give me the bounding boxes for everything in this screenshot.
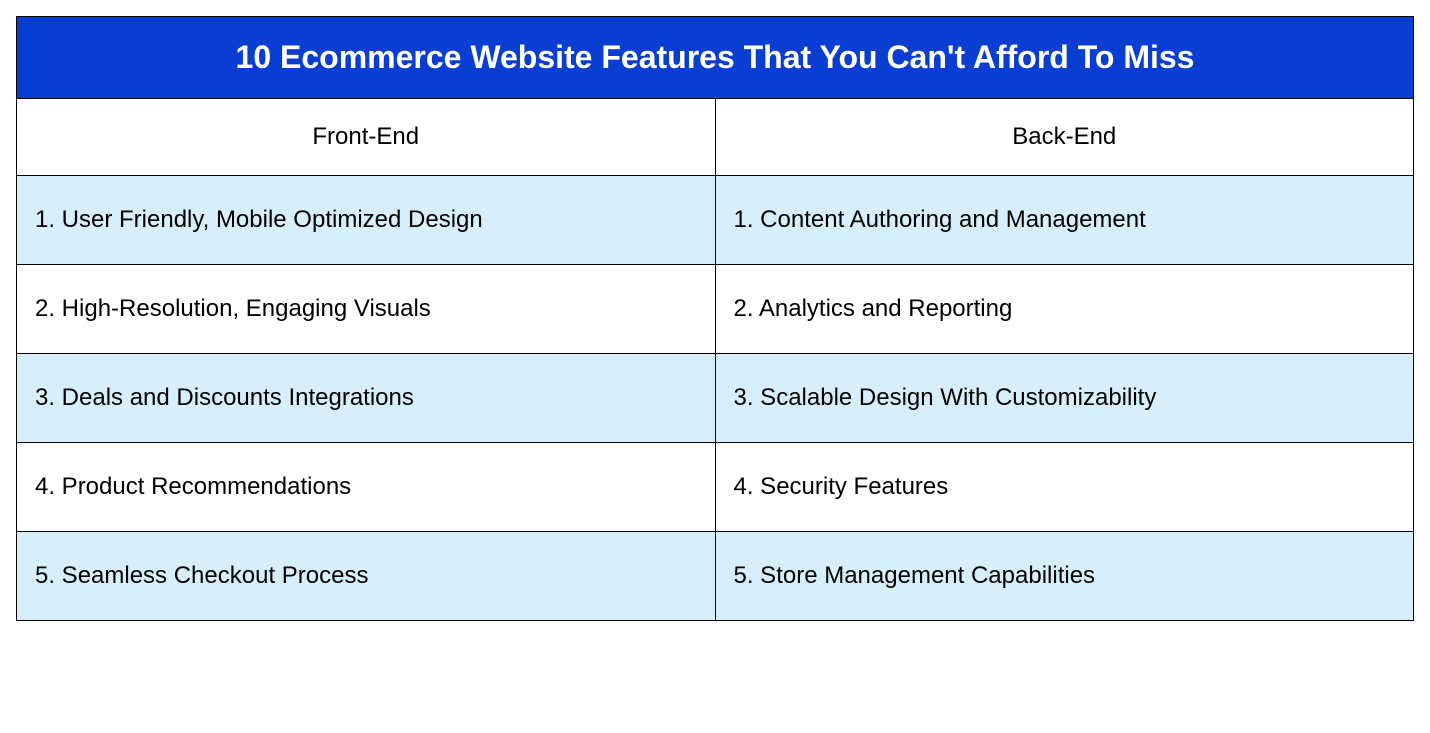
cell-text: 1. User Friendly, Mobile Optimized Desig… <box>35 206 483 233</box>
frontend-cell: 2. High-Resolution, Engaging Visuals <box>17 265 716 353</box>
column-header-backend: Back-End <box>716 99 1414 175</box>
table-header-row: Front-End Back-End <box>17 99 1413 176</box>
cell-text: 4. Security Features <box>734 473 949 500</box>
table-row: 5. Seamless Checkout Process 5. Store Ma… <box>17 532 1413 620</box>
backend-cell: 5. Store Management Capabilities <box>716 532 1414 620</box>
frontend-cell: 4. Product Recommendations <box>17 443 716 531</box>
backend-cell: 1. Content Authoring and Management <box>716 176 1414 264</box>
table-row: 3. Deals and Discounts Integrations 3. S… <box>17 354 1413 443</box>
cell-text: 2. High-Resolution, Engaging Visuals <box>35 295 431 322</box>
table-row: 1. User Friendly, Mobile Optimized Desig… <box>17 176 1413 265</box>
features-table: 10 Ecommerce Website Features That You C… <box>16 16 1414 621</box>
backend-cell: 4. Security Features <box>716 443 1414 531</box>
frontend-cell: 3. Deals and Discounts Integrations <box>17 354 716 442</box>
frontend-cell: 5. Seamless Checkout Process <box>17 532 716 620</box>
column-header-frontend: Front-End <box>17 99 716 175</box>
table-row: 2. High-Resolution, Engaging Visuals 2. … <box>17 265 1413 354</box>
table-title: 10 Ecommerce Website Features That You C… <box>236 39 1195 75</box>
cell-text: 2. Analytics and Reporting <box>734 295 1013 322</box>
backend-cell: 2. Analytics and Reporting <box>716 265 1414 353</box>
backend-cell: 3. Scalable Design With Customizability <box>716 354 1414 442</box>
column-header-label: Back-End <box>1012 123 1116 150</box>
cell-text: 1. Content Authoring and Management <box>734 206 1146 233</box>
cell-text: 3. Deals and Discounts Integrations <box>35 384 414 411</box>
cell-text: 3. Scalable Design With Customizability <box>734 384 1157 411</box>
table-row: 4. Product Recommendations 4. Security F… <box>17 443 1413 532</box>
cell-text: 5. Store Management Capabilities <box>734 562 1096 589</box>
table-title-row: 10 Ecommerce Website Features That You C… <box>17 17 1413 99</box>
column-header-label: Front-End <box>312 123 419 150</box>
cell-text: 4. Product Recommendations <box>35 473 351 500</box>
frontend-cell: 1. User Friendly, Mobile Optimized Desig… <box>17 176 716 264</box>
cell-text: 5. Seamless Checkout Process <box>35 562 368 589</box>
